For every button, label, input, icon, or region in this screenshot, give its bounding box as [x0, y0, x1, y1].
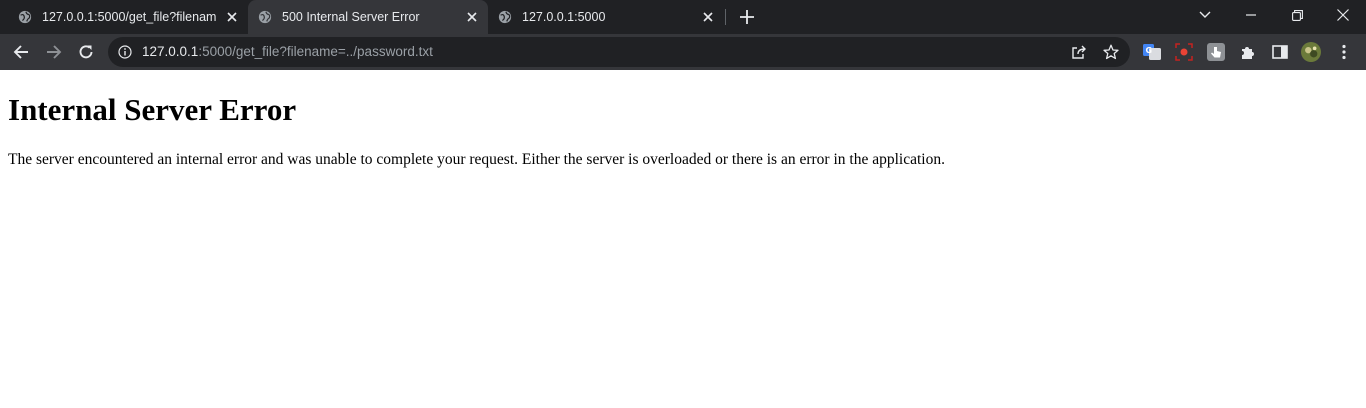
translate-icon: G	[1143, 44, 1161, 60]
hand-cursor-icon	[1207, 43, 1225, 61]
minimize-icon	[1246, 14, 1256, 16]
close-tab-icon[interactable]	[698, 7, 718, 27]
side-panel-icon	[1272, 45, 1288, 59]
close-window-button[interactable]	[1320, 0, 1366, 30]
minimize-button[interactable]	[1228, 0, 1274, 30]
google-translate-extension[interactable]: G	[1142, 42, 1162, 62]
extensions-button[interactable]	[1238, 42, 1258, 62]
plus-icon	[740, 10, 754, 24]
globe-icon	[498, 10, 512, 24]
tab-title: 500 Internal Server Error	[282, 10, 420, 24]
close-tab-icon[interactable]	[462, 7, 482, 27]
arrow-left-icon	[13, 45, 28, 59]
avatar-icon	[1301, 42, 1321, 62]
close-icon	[1337, 9, 1349, 21]
page-content: Internal Server Error The server encount…	[0, 70, 1366, 408]
tab-title: 127.0.0.1:5000/get_file?filename=	[42, 10, 216, 24]
screen-record-extension[interactable]	[1174, 42, 1194, 62]
url-text[interactable]: 127.0.0.1:5000/get_file?filename=../pass…	[142, 44, 433, 59]
globe-icon	[18, 10, 32, 24]
menu-button[interactable]	[1334, 42, 1354, 62]
chevron-down-icon	[1199, 11, 1211, 18]
reload-button[interactable]	[72, 38, 100, 66]
browser-toolbar: 127.0.0.1:5000/get_file?filename=../pass…	[0, 34, 1366, 70]
svg-text:G: G	[1146, 46, 1153, 55]
forward-button[interactable]	[40, 38, 68, 66]
url-host: 127.0.0.1	[142, 44, 199, 59]
close-tab-icon[interactable]	[222, 7, 242, 27]
star-icon	[1103, 44, 1119, 60]
cursor-extension[interactable]	[1206, 42, 1226, 62]
tab-internal-server-error[interactable]: 500 Internal Server Error	[248, 0, 488, 34]
restore-button[interactable]	[1274, 0, 1320, 30]
new-tab-button[interactable]	[736, 6, 758, 28]
side-panel-button[interactable]	[1270, 42, 1290, 62]
tab-search-button[interactable]	[1182, 0, 1228, 30]
tab-get-file[interactable]: 127.0.0.1:5000/get_file?filename=	[8, 0, 248, 34]
share-icon	[1072, 45, 1086, 59]
info-icon[interactable]	[118, 45, 132, 59]
restore-icon	[1291, 9, 1303, 21]
kebab-menu-icon	[1342, 44, 1346, 60]
error-heading: Internal Server Error	[8, 92, 297, 127]
url-path: :5000/get_file?filename=../password.txt	[198, 44, 433, 59]
record-icon	[1175, 43, 1193, 61]
profile-avatar[interactable]	[1301, 42, 1321, 62]
tab-separator	[725, 9, 726, 25]
bookmark-button[interactable]	[1101, 42, 1121, 62]
error-message: The server encountered an internal error…	[8, 151, 945, 168]
tab-strip: 127.0.0.1:5000/get_file?filename= 500 In…	[0, 0, 1366, 34]
arrow-right-icon	[47, 45, 62, 59]
tab-title: 127.0.0.1:5000	[522, 10, 606, 24]
tab-home[interactable]: 127.0.0.1:5000	[488, 0, 724, 34]
reload-icon	[79, 45, 93, 59]
globe-icon	[258, 10, 272, 24]
share-button[interactable]	[1069, 42, 1089, 62]
address-bar[interactable]: 127.0.0.1:5000/get_file?filename=../pass…	[108, 37, 1130, 67]
puzzle-icon	[1242, 47, 1254, 59]
back-button[interactable]	[7, 38, 35, 66]
